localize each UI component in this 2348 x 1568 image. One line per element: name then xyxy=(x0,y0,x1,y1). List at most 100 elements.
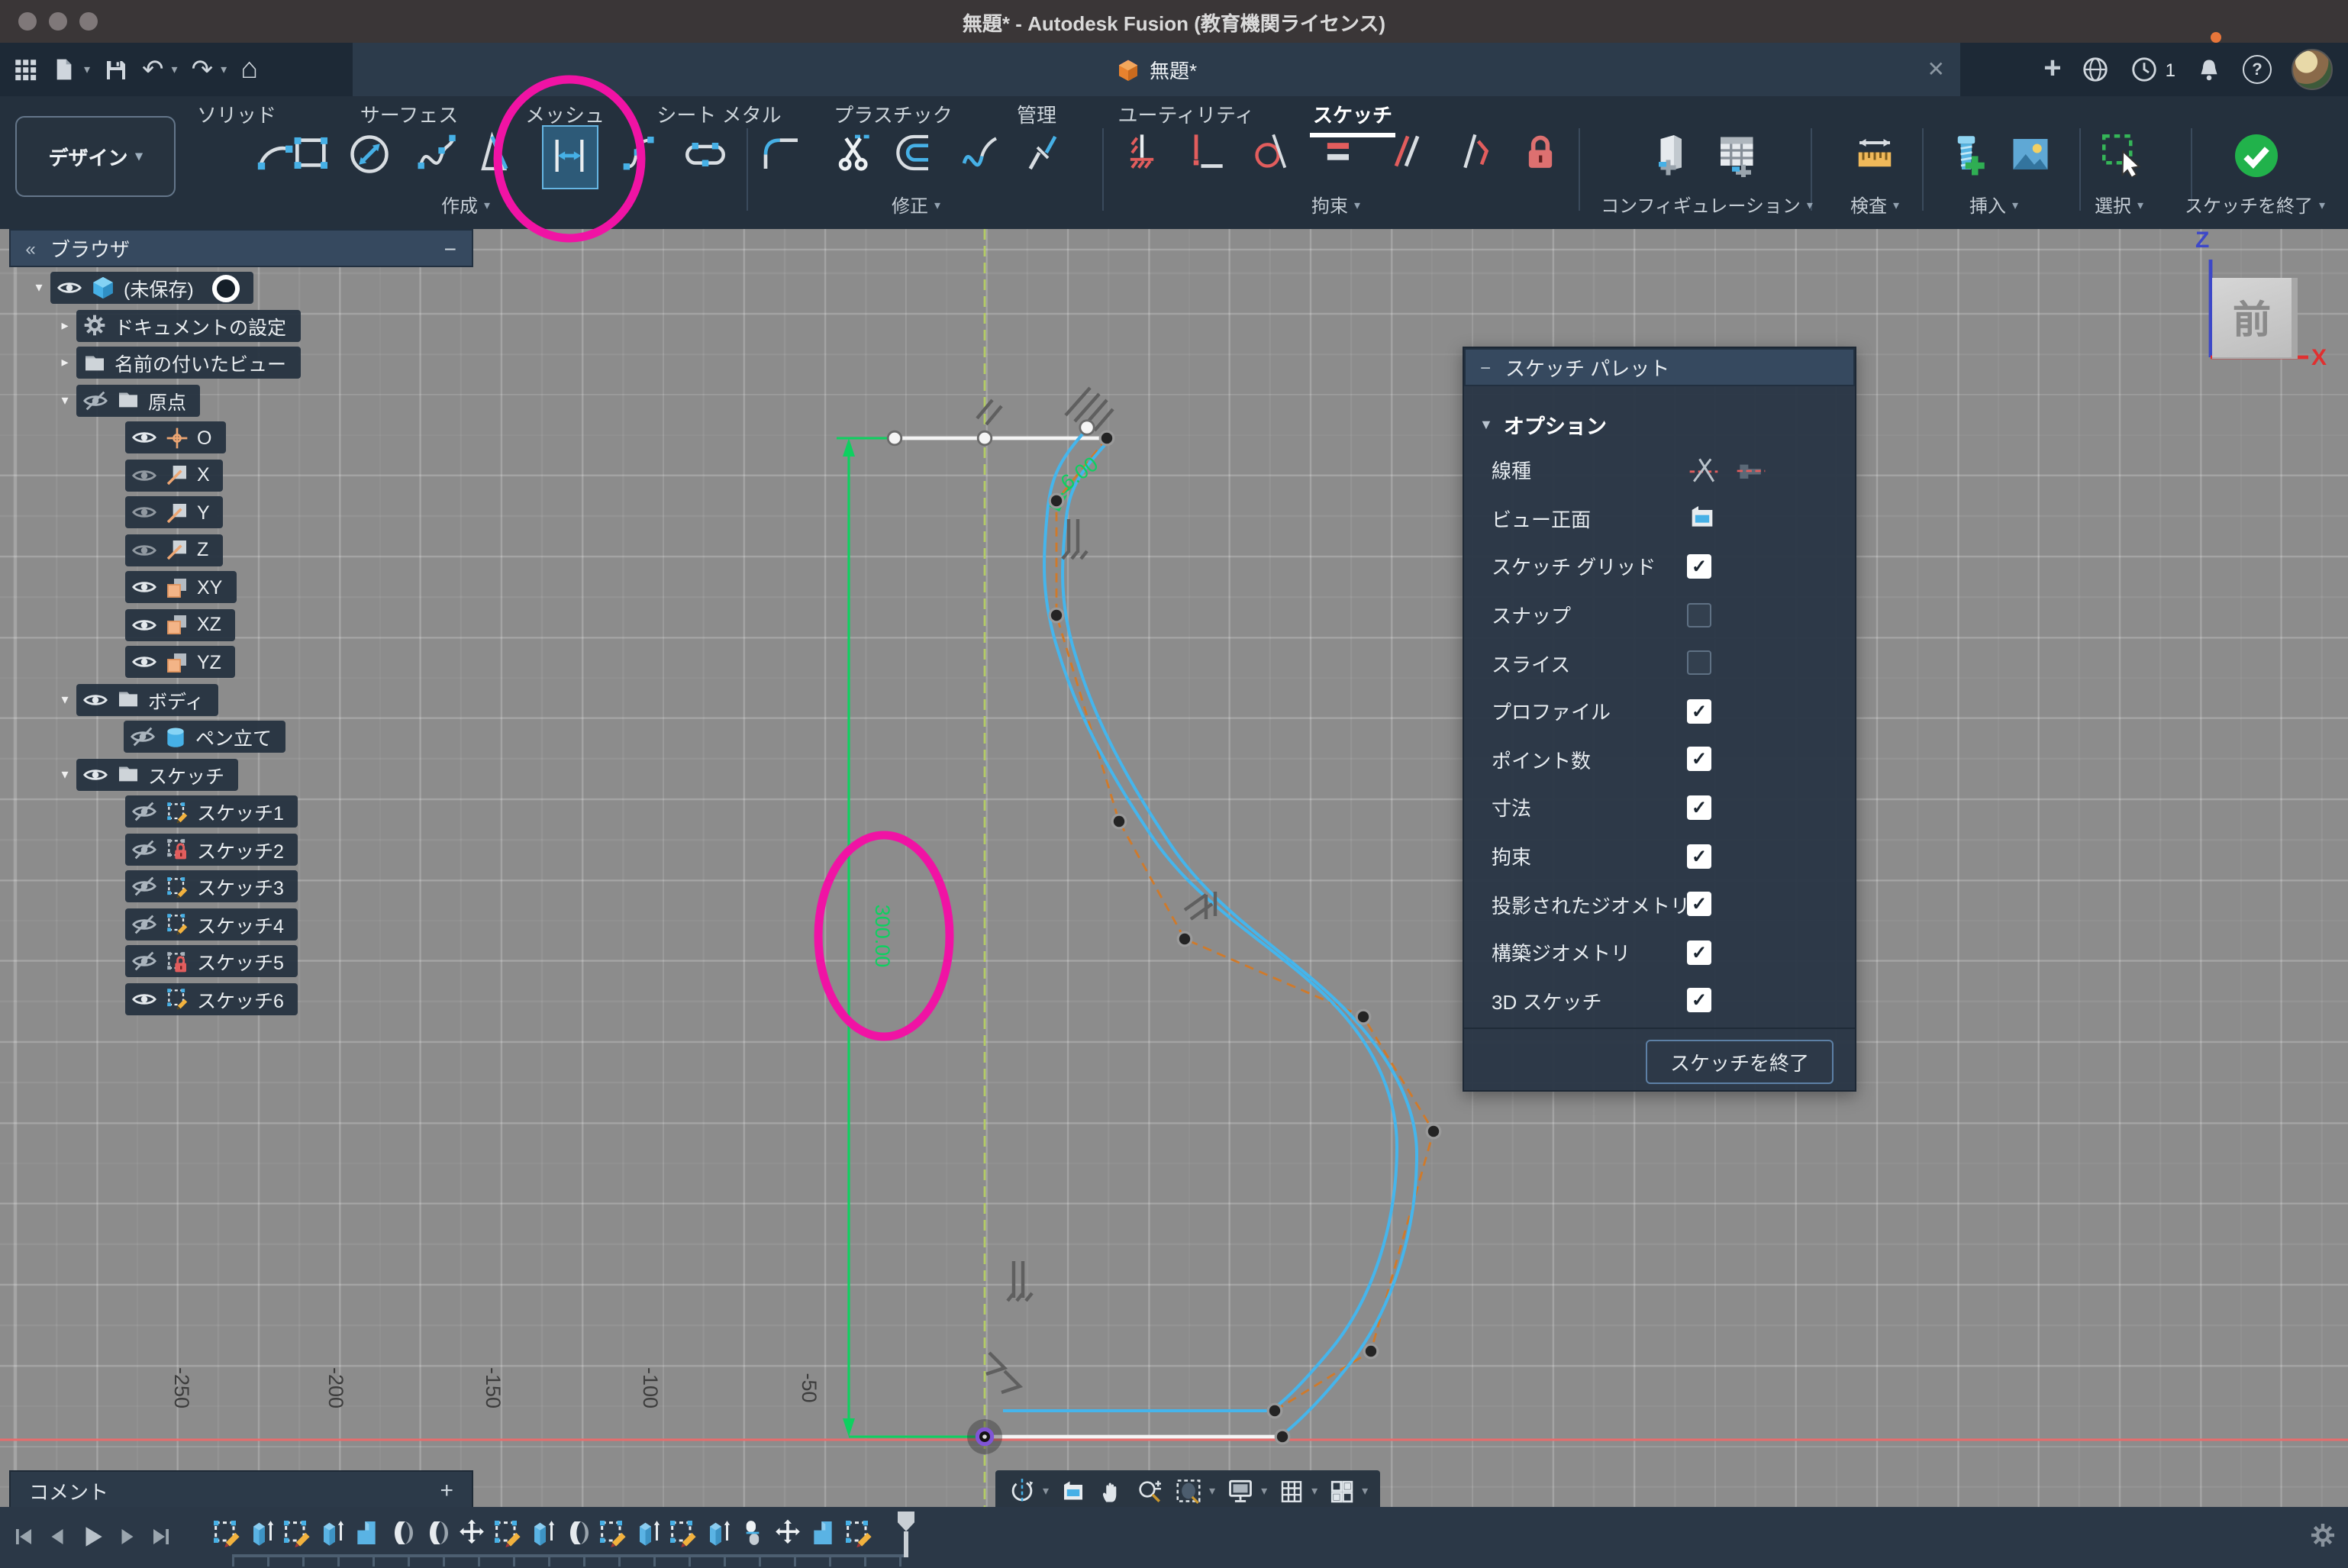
tree-item-bodies[interactable]: ボディ xyxy=(76,683,218,715)
timeline-item-move-icon[interactable] xyxy=(772,1518,803,1548)
profile-checkbox[interactable]: ✓ xyxy=(1687,699,1711,724)
timeline-item-sketch-icon[interactable] xyxy=(211,1518,241,1548)
tree-item-yz-plane[interactable]: YZ xyxy=(125,646,235,678)
visibility-eye-icon[interactable] xyxy=(131,986,157,1011)
grid-settings-icon[interactable] xyxy=(1278,1477,1305,1505)
timeline-item-extrude-icon[interactable] xyxy=(246,1518,276,1548)
dimension-300[interactable] xyxy=(837,438,989,1437)
save-icon[interactable] xyxy=(104,57,128,82)
tool-rectangle-icon[interactable] xyxy=(290,131,333,174)
visibility-eye-icon[interactable] xyxy=(131,574,157,600)
tool-polygon-icon[interactable] xyxy=(478,131,521,174)
visibility-eye-icon[interactable] xyxy=(131,611,157,637)
tree-item-document[interactable]: (未保存) xyxy=(50,272,253,304)
visibility-eye-icon[interactable] xyxy=(56,275,82,301)
look-at-icon[interactable] xyxy=(1687,503,1717,534)
slice-checkbox[interactable] xyxy=(1687,650,1711,675)
snap-checkbox[interactable] xyxy=(1687,602,1711,627)
origin-point[interactable] xyxy=(967,1419,1002,1454)
tree-item-x-axis[interactable]: X xyxy=(125,459,224,491)
workspace-selector[interactable]: デザイン▾ xyxy=(15,116,176,197)
configuration-icon[interactable] xyxy=(1647,131,1693,177)
viewcube[interactable]: 前 xyxy=(2212,278,2298,359)
display-settings-icon[interactable] xyxy=(1226,1476,1255,1505)
tool-offset-icon[interactable] xyxy=(896,131,939,174)
collapse-panel-icon[interactable]: « xyxy=(11,237,50,259)
pan-icon[interactable] xyxy=(1098,1477,1125,1505)
sketch-grid-checkbox[interactable]: ✓ xyxy=(1687,554,1711,579)
redo-icon[interactable]: ↷ xyxy=(192,56,214,82)
timeline-settings-gear-icon[interactable] xyxy=(2308,1521,2337,1550)
file-menu-icon[interactable] xyxy=(52,56,76,82)
measure-icon[interactable] xyxy=(1852,131,1898,177)
tree-item-origin-point[interactable]: O xyxy=(125,421,225,453)
visibility-eye-dim-icon[interactable] xyxy=(131,462,157,488)
home-icon[interactable]: ⌂ xyxy=(240,55,258,84)
group-inspect[interactable]: 検査▾ xyxy=(1850,192,1899,218)
tool-extend-icon[interactable] xyxy=(959,131,1001,174)
visibility-eye-off-icon[interactable] xyxy=(131,948,157,974)
tab-sheetmetal[interactable]: シート メタル xyxy=(656,99,781,128)
spline-curve-outer[interactable] xyxy=(1063,443,1417,1434)
construction-geometry-checkbox[interactable]: ✓ xyxy=(1687,940,1711,964)
visibility-eye-off-icon[interactable] xyxy=(130,724,156,750)
tool-spline-icon[interactable] xyxy=(415,131,458,174)
visibility-eye-off-icon[interactable] xyxy=(131,836,157,862)
undo-icon[interactable]: ↶ xyxy=(142,56,164,82)
constraint-equal-icon[interactable] xyxy=(1319,131,1359,171)
tab-solid[interactable]: ソリッド xyxy=(197,99,276,128)
tool-fillet-icon[interactable] xyxy=(760,131,803,174)
spline-curve-inner[interactable] xyxy=(1044,429,1397,1408)
tree-item-named-views[interactable]: 名前の付いたビュー xyxy=(76,347,300,379)
timeline-track[interactable] xyxy=(232,1554,904,1566)
tool-control-spline-icon[interactable] xyxy=(620,131,663,174)
group-finish-sketch[interactable]: スケッチを終了▾ xyxy=(2185,192,2325,218)
tool-circle-icon[interactable] xyxy=(347,131,392,177)
select-tool-icon[interactable] xyxy=(2099,131,2145,177)
group-configuration[interactable]: コンフィギュレーション▾ xyxy=(1601,192,1813,218)
constraint-tangent-icon[interactable] xyxy=(1252,131,1292,171)
undo-caret-icon[interactable]: ▾ xyxy=(172,63,178,76)
timeline-play-icon[interactable] xyxy=(79,1524,105,1550)
tree-item-sketch2[interactable]: スケッチ2 xyxy=(125,833,298,865)
timeline-item-extrude-icon[interactable] xyxy=(527,1518,557,1548)
tree-item-xz-plane[interactable]: XZ xyxy=(125,608,235,640)
timeline-item-revolve-icon[interactable] xyxy=(562,1518,592,1548)
constraint-symmetry-icon[interactable] xyxy=(1452,131,1492,171)
timeline-item-sketch-icon[interactable] xyxy=(843,1518,873,1548)
timeline-go-start-icon[interactable] xyxy=(12,1525,35,1548)
avatar[interactable] xyxy=(2292,49,2333,90)
3d-sketch-checkbox[interactable]: ✓ xyxy=(1687,989,1711,1013)
visibility-eye-off-icon[interactable] xyxy=(131,873,157,899)
collapsed-caret-icon[interactable]: ▸ xyxy=(53,317,76,334)
timeline-item-revolve-icon[interactable] xyxy=(386,1518,417,1548)
tab-utilities[interactable]: ユーティリティ xyxy=(1118,99,1255,128)
expand-caret-icon[interactable]: ▾ xyxy=(53,691,76,708)
tree-item-body-penstand[interactable]: ペン立て xyxy=(124,721,285,753)
tab-sketch[interactable]: スケッチ xyxy=(1313,99,1392,128)
look-at-icon[interactable] xyxy=(1060,1477,1087,1505)
redo-caret-icon[interactable]: ▾ xyxy=(221,63,227,76)
minimize-palette-icon[interactable]: − xyxy=(1466,357,1505,378)
tab-manage[interactable]: 管理 xyxy=(1017,99,1056,128)
expand-caret-icon[interactable]: ▾ xyxy=(53,392,76,408)
job-status-clock-icon[interactable] xyxy=(2130,55,2159,84)
insert-image-icon[interactable] xyxy=(2008,131,2053,177)
timeline-item-sketch-icon[interactable] xyxy=(492,1518,522,1548)
notifications-bell-icon[interactable] xyxy=(2195,56,2223,83)
new-tab-icon[interactable]: + xyxy=(2043,52,2061,87)
app-grid-icon[interactable] xyxy=(12,56,38,82)
timeline-item-move-icon[interactable] xyxy=(456,1518,487,1548)
collapsed-caret-icon[interactable]: ▸ xyxy=(53,354,76,371)
timeline-go-end-icon[interactable] xyxy=(150,1525,173,1548)
constraint-fix-icon[interactable] xyxy=(1122,131,1162,171)
palette-header[interactable]: − スケッチ パレット xyxy=(1464,348,1855,386)
visibility-eye-icon[interactable] xyxy=(131,424,157,450)
tool-trim-icon[interactable] xyxy=(834,131,876,174)
timeline-item-extrude-icon[interactable] xyxy=(316,1518,347,1548)
browser-header[interactable]: « ブラウザ − xyxy=(9,229,473,267)
add-comment-icon[interactable]: + xyxy=(440,1477,453,1503)
group-constrain[interactable]: 拘束▾ xyxy=(1311,192,1360,218)
constraint-parallel-icon[interactable] xyxy=(1386,131,1426,171)
timeline-item-sketch-icon[interactable] xyxy=(667,1518,698,1548)
